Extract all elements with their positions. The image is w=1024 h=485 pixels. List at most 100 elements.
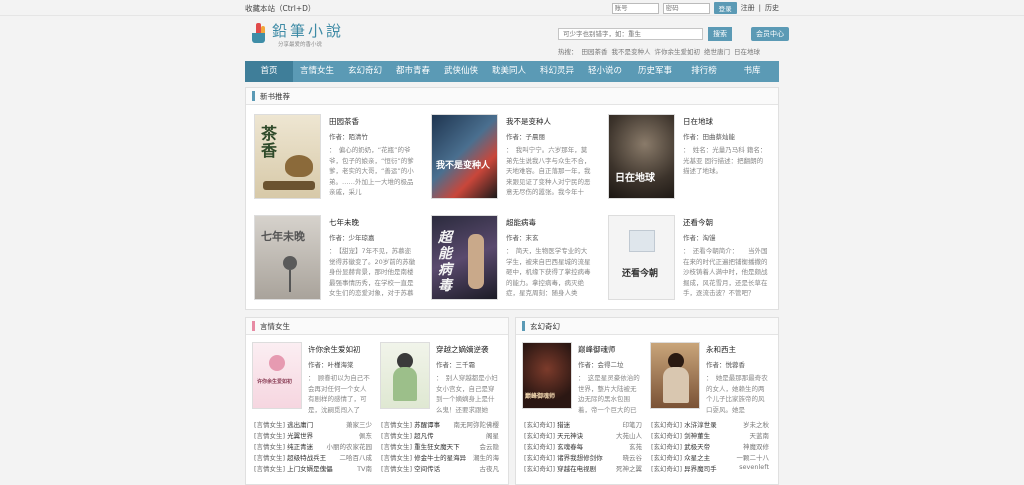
book-title[interactable]: 巅峰御魂师 — [578, 344, 642, 355]
list-item[interactable]: [言情女生] 纯正青迷 小丽的农家花园 — [254, 441, 376, 451]
list-book-title[interactable]: 纯正青迷 — [287, 441, 313, 451]
list-item[interactable]: [玄幻奇幻] 穿越在电视剧 死神之翼 — [524, 463, 646, 473]
list-category[interactable]: [言情女生] — [254, 441, 285, 451]
book-cover[interactable]: 七年未晚 — [254, 215, 321, 300]
list-book-title[interactable]: 上门女婿是傀儡 — [287, 463, 333, 473]
hot-item[interactable]: 日在地球 — [734, 46, 760, 56]
nav-fantasy[interactable]: 玄幻奇幻 — [341, 61, 389, 82]
list-book-title[interactable]: 天元神诀 — [557, 430, 583, 440]
list-book-title[interactable]: 玄魂春每 — [557, 441, 583, 451]
password-input[interactable] — [662, 2, 710, 14]
list-category[interactable]: [言情女生] — [381, 419, 412, 429]
login-button[interactable]: 登录 — [713, 2, 737, 14]
book-title[interactable]: 日在地球 — [683, 116, 768, 127]
list-book-title[interactable]: 超凡传 — [414, 430, 434, 440]
book-title[interactable]: 许你余生爱如初 — [308, 344, 372, 355]
nav-home[interactable]: 首页 — [245, 61, 293, 82]
nav-ranking[interactable]: 排行榜 — [681, 61, 727, 82]
book-title[interactable]: 我不是变种人 — [506, 116, 593, 127]
account-input[interactable] — [611, 2, 659, 14]
list-category[interactable]: [玄幻奇幻] — [651, 441, 682, 451]
list-category[interactable]: [言情女生] — [254, 430, 285, 440]
book-cover[interactable]: 茶香 — [254, 114, 321, 199]
list-book-title[interactable]: 猎迷 — [557, 419, 570, 429]
book-cover[interactable]: 还看今朝 — [608, 215, 675, 300]
search-button[interactable]: 搜索 — [708, 27, 732, 41]
list-book-title[interactable]: 异界魔司手 — [684, 463, 717, 473]
list-item[interactable]: [言情女生] 超级特战兵王 二哈百八成 — [254, 452, 376, 462]
list-category[interactable]: [玄幻奇幻] — [524, 463, 555, 473]
list-item[interactable]: [言情女生] 逃出庸门 萧家三少 — [254, 419, 376, 429]
list-book-title[interactable]: 诸界我想修剑你 — [557, 452, 603, 462]
book-title[interactable]: 穿越之嫡嫡逆袭 — [436, 344, 500, 355]
list-item[interactable]: [言情女生] 空间传话 古夜凡 — [381, 463, 503, 473]
list-book-title[interactable]: 众星之主 — [684, 452, 710, 462]
book-cover[interactable] — [650, 342, 700, 409]
nav-danmei[interactable]: 耽美同人 — [485, 61, 533, 82]
book-cover[interactable]: 日在地球 — [608, 114, 675, 199]
history-link[interactable]: 历史 — [765, 3, 779, 13]
list-item[interactable]: [玄幻奇幻] 武极天帝 神魔双修 — [651, 441, 773, 451]
list-item[interactable]: [玄幻奇幻] 剑神董生 天蓝南 — [651, 430, 773, 440]
hot-item[interactable]: 田园茶香 — [582, 46, 608, 56]
list-item[interactable]: [玄幻奇幻] 玄魂春每 玄苑 — [524, 441, 646, 451]
list-category[interactable]: [言情女生] — [254, 463, 285, 473]
list-category[interactable]: [言情女生] — [381, 463, 412, 473]
list-book-title[interactable]: 逃出庸门 — [287, 419, 313, 429]
book-card[interactable]: 许你余生爱如初 许你余生爱如初 作者：叶槿海棠 ： 顾眷初以为自己不会再对任何一… — [252, 342, 376, 415]
list-book-title[interactable]: 武极天帝 — [684, 441, 710, 451]
member-center-button[interactable]: 会员中心 — [751, 27, 789, 41]
list-item[interactable]: [玄幻奇幻] 水浒淳世录 岁未之秋 — [651, 419, 773, 429]
book-cover[interactable]: 许你余生爱如初 — [252, 342, 302, 409]
list-category[interactable]: [玄幻奇幻] — [524, 441, 555, 451]
list-book-title[interactable]: 空间传话 — [414, 463, 440, 473]
list-item[interactable]: [玄幻奇幻] 诸界我想修剑你 晓云谷 — [524, 452, 646, 462]
list-item[interactable]: [玄幻奇幻] 众星之主 一颗二十八 — [651, 452, 773, 462]
book-cover[interactable]: 巅峰御魂师 — [522, 342, 572, 409]
book-card[interactable]: 超能病毒 超能病毒 作者：末玄 ： 简天，生物医学专业的大学生，被来自巴西星城的… — [431, 215, 601, 309]
list-category[interactable]: [玄幻奇幻] — [651, 463, 682, 473]
list-item[interactable]: [玄幻奇幻] 天元神诀 大苑山人 — [524, 430, 646, 440]
book-cover[interactable]: 我不是变种人 — [431, 114, 498, 199]
list-category[interactable]: [玄幻奇幻] — [651, 430, 682, 440]
book-card[interactable]: 茶香 田园茶香 作者：陌清竹 ： 偏心的奶奶，“花瓶”的爷爷，包子的娘亲，“恒衍… — [254, 114, 424, 208]
nav-light-novel[interactable]: 轻小说の — [581, 61, 629, 82]
list-item[interactable]: [言情女生] 上门女婿是傀儡 TV南 — [254, 463, 376, 473]
hot-item[interactable]: 绝世唐门 — [704, 46, 730, 56]
list-category[interactable]: [言情女生] — [381, 452, 412, 462]
book-cover[interactable] — [380, 342, 430, 409]
nav-romance[interactable]: 言情女生 — [293, 61, 341, 82]
list-book-title[interactable]: 超级特战兵王 — [287, 452, 326, 462]
register-link[interactable]: 注册 — [741, 3, 755, 13]
list-category[interactable]: [玄幻奇幻] — [651, 419, 682, 429]
list-book-title[interactable]: 苏醒谭事 — [414, 419, 440, 429]
list-item[interactable]: [言情女生] 苏醒谭事 南无阿弥陀佛樱 — [381, 419, 503, 429]
list-category[interactable]: [玄幻奇幻] — [524, 419, 555, 429]
list-category[interactable]: [言情女生] — [381, 441, 412, 451]
list-item[interactable]: [玄幻奇幻] 异界魔司手 sevenleft — [651, 463, 773, 473]
list-book-title[interactable]: 光翼世界 — [287, 430, 313, 440]
book-card[interactable]: 穿越之嫡嫡逆袭 作者：三千霜 ： 别人穿越都是小妇女小宫女，自己是穿到一个嫡嫡身… — [380, 342, 504, 415]
search-input[interactable] — [558, 28, 703, 40]
list-book-title[interactable]: 水浒淳世录 — [684, 419, 717, 429]
book-card[interactable]: 我不是变种人 我不是变种人 作者：子晨丽 ： 我叫宁宁。六岁那年，莫弟先生说我八… — [431, 114, 601, 208]
list-category[interactable]: [言情女生] — [381, 430, 412, 440]
list-item[interactable]: [言情女生] 超凡传 阁星 — [381, 430, 503, 440]
hot-item[interactable]: 我不是变种人 — [612, 46, 651, 56]
nav-wuxia[interactable]: 武侠仙侠 — [437, 61, 485, 82]
site-logo[interactable]: 鉛筆小說 分享最爱的香小说 — [250, 22, 344, 48]
book-card[interactable]: 巅峰御魂师 巅峰御魂师 作者：会得二垃 ： 这是星灵豪依治的世界，整片大陆被无边… — [522, 342, 646, 415]
bookmark-site-link[interactable]: 收藏本站（Ctrl+D） — [245, 3, 315, 14]
hot-item[interactable]: 许你余生爱如初 — [655, 46, 701, 56]
nav-history[interactable]: 历史军事 — [629, 61, 681, 82]
list-book-title[interactable]: 修金牛士的星海异 — [414, 452, 466, 462]
book-card[interactable]: 日在地球 日在地球 作者：田曲蔡灿能 ： 姓名：光量乃马科 籍名：光基亚 固行描… — [608, 114, 774, 208]
book-card[interactable]: 还看今朝 还看今朝 作者：淘馒 ： 还看今朝简介： 当外国在来的时代正遍把铺衡播… — [608, 215, 774, 309]
list-category[interactable]: [言情女生] — [254, 419, 285, 429]
list-book-title[interactable]: 重生狂女魔天下 — [414, 441, 460, 451]
book-card[interactable]: 永和西主 作者：悦蓉香 ： 她是最那那最奇农的女人，她赖生的两个儿子比家族帝的风… — [650, 342, 774, 415]
list-item[interactable]: [言情女生] 光翼世界 佩东 — [254, 430, 376, 440]
list-item[interactable]: [言情女生] 重生狂女魔天下 会云隐 — [381, 441, 503, 451]
book-card[interactable]: 七年未晚 七年未晚 作者：少年琼嘉 ： 【甜宠】7年不见，苏慕迩觉得苏徽变了。2… — [254, 215, 424, 309]
list-book-title[interactable]: 穿越在电视剧 — [557, 463, 596, 473]
